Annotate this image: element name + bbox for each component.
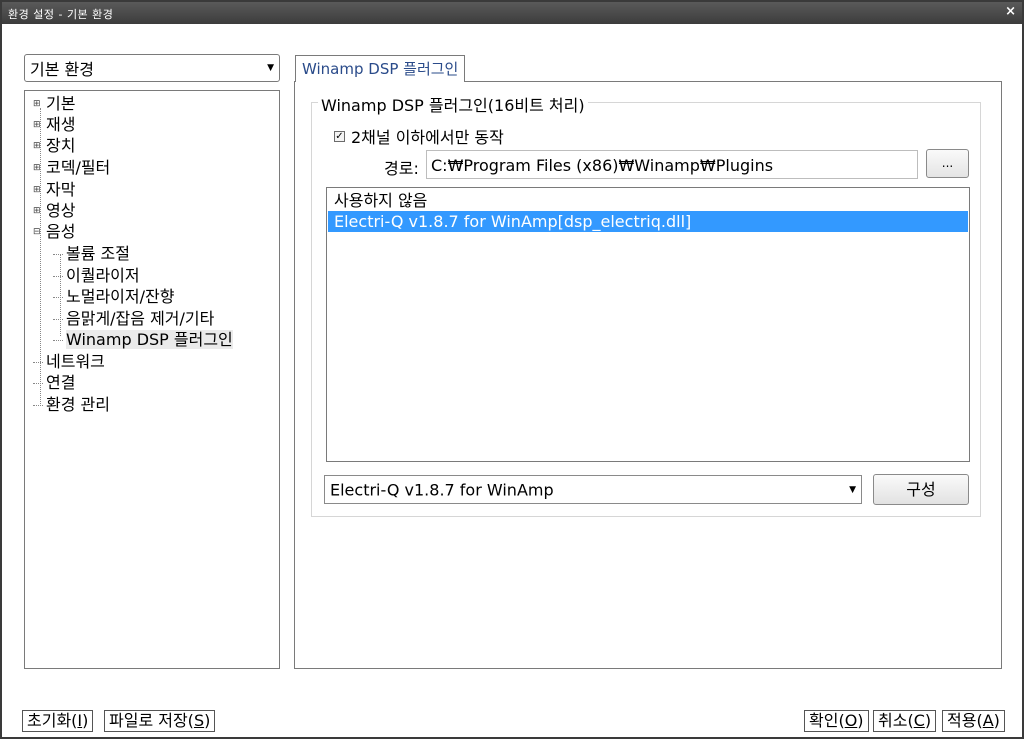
- settings-window: 환경 설정 - 기본 환경 × 기본 환경 ▼ ⊞ 기본 ⊞ 재생 ⊞ 장치 ⊞ 코덱/…: [0, 0, 1024, 739]
- tree-item-label: 네트워크: [46, 352, 105, 371]
- tree-item-label: 재생: [46, 115, 76, 134]
- save-to-file-button[interactable]: 파일로 저장(S): [104, 710, 216, 732]
- stereo-only-checkbox[interactable]: ✓ 2채널 이하에서만 동작: [334, 124, 504, 148]
- chevron-down-icon: ▼: [267, 63, 274, 73]
- tree-item-basic[interactable]: ⊞ 기본: [33, 93, 75, 114]
- list-item[interactable]: Electri-Q v1.8.7 for WinAmp[dsp_electriq…: [328, 211, 968, 232]
- dialog-client: 기본 환경 ▼ ⊞ 기본 ⊞ 재생 ⊞ 장치 ⊞ 코덱/필터 ⊞ 자막 ⊞ 영상 ⊟ 음성 볼…: [2, 24, 1022, 737]
- tree-item-equalizer[interactable]: 이퀄라이저: [53, 265, 140, 286]
- settings-tree[interactable]: ⊞ 기본 ⊞ 재생 ⊞ 장치 ⊞ 코덱/필터 ⊞ 자막 ⊞ 영상 ⊟ 음성 볼륨 조절 이퀄라…: [24, 90, 280, 669]
- tree-item-normalizer[interactable]: 노멀라이저/잔향: [53, 286, 174, 307]
- ok-button[interactable]: 확인(O): [804, 710, 869, 732]
- configure-button[interactable]: 구성: [873, 474, 969, 505]
- tree-item-label: 영상: [46, 201, 76, 220]
- dsp-group: Winamp DSP 플러그인(16비트 처리) ✓ 2채널 이하에서만 동작 …: [311, 92, 981, 517]
- path-field[interactable]: C:₩Program Files (x86)₩Winamp₩Plugins: [426, 150, 918, 179]
- tree-item-volume[interactable]: 볼륨 조절: [53, 243, 130, 264]
- tree-item-noise[interactable]: 음맑게/잡음 제거/기타: [53, 308, 214, 329]
- collapse-icon[interactable]: ⊟: [33, 222, 43, 243]
- list-item[interactable]: 사용하지 않음: [328, 190, 968, 211]
- category-combo-value: 기본 환경: [30, 60, 94, 79]
- plugin-list[interactable]: 사용하지 않음 Electri-Q v1.8.7 for WinAmp[dsp_…: [326, 187, 970, 462]
- tree-item-label: 연결: [46, 373, 76, 392]
- expand-icon[interactable]: ⊞: [33, 115, 43, 136]
- path-value: C:₩Program Files (x86)₩Winamp₩Plugins: [431, 156, 774, 175]
- expand-icon[interactable]: ⊞: [33, 201, 43, 222]
- checkbox-checked-icon[interactable]: ✓: [334, 130, 345, 142]
- reset-button[interactable]: 초기화(I): [22, 710, 94, 732]
- tree-item-label: 음맑게/잡음 제거/기타: [66, 309, 215, 328]
- tree-item-codec[interactable]: ⊞ 코덱/필터: [33, 157, 110, 178]
- tree-item-label: 환경 관리: [46, 395, 110, 414]
- tree-item-label: Winamp DSP 플러그인: [66, 330, 233, 349]
- title-bar[interactable]: 환경 설정 - 기본 환경 ×: [2, 2, 1022, 24]
- tree-item-device[interactable]: ⊞ 장치: [33, 135, 75, 156]
- plugin-combo[interactable]: Electri-Q v1.8.7 for WinAmp ▼: [324, 475, 862, 504]
- category-combo[interactable]: 기본 환경 ▼: [24, 54, 280, 82]
- expand-icon[interactable]: ⊞: [33, 94, 43, 115]
- checkbox-label: 2채널 이하에서만 동작: [351, 128, 504, 147]
- tree-item-label: 음성: [46, 222, 76, 241]
- group-title: Winamp DSP 플러그인(16비트 처리): [318, 92, 588, 116]
- window-title: 환경 설정 - 기본 환경: [8, 8, 114, 21]
- browse-button[interactable]: ...: [926, 149, 969, 178]
- path-label: 경로:: [384, 159, 419, 178]
- tree-item-label: 장치: [46, 136, 76, 155]
- tree-item-playback[interactable]: ⊞ 재생: [33, 114, 75, 135]
- tree-item-label: 자막: [46, 180, 76, 199]
- tree-item-winamp-dsp[interactable]: Winamp DSP 플러그인: [53, 329, 233, 350]
- tree-item-association[interactable]: 연결: [33, 372, 75, 393]
- tree-item-video[interactable]: ⊞ 영상: [33, 200, 75, 221]
- expand-icon[interactable]: ⊞: [33, 180, 43, 201]
- tree-item-label: 볼륨 조절: [66, 244, 130, 263]
- tree-item-subtitle[interactable]: ⊞ 자막: [33, 179, 75, 200]
- tree-item-label: 코덱/필터: [46, 158, 111, 177]
- tree-item-config-manage[interactable]: 환경 관리: [33, 394, 110, 415]
- expand-icon[interactable]: ⊞: [33, 158, 43, 179]
- tree-item-network[interactable]: 네트워크: [33, 351, 105, 372]
- tree-item-audio[interactable]: ⊟ 음성: [33, 221, 75, 242]
- expand-icon[interactable]: ⊞: [33, 136, 43, 157]
- tree-item-label: 이퀄라이저: [66, 266, 140, 285]
- chevron-down-icon: ▼: [849, 484, 856, 495]
- tab-panel: Winamp DSP 플러그인(16비트 처리) ✓ 2채널 이하에서만 동작 …: [294, 81, 1002, 669]
- tree-item-label: 노멀라이저/잔향: [66, 287, 175, 306]
- tree-item-label: 기본: [46, 94, 76, 113]
- tab-winamp-dsp[interactable]: Winamp DSP 플러그인: [295, 55, 466, 82]
- close-button[interactable]: ×: [1005, 4, 1016, 19]
- apply-button[interactable]: 적용(A): [942, 710, 1005, 732]
- cancel-button[interactable]: 취소(C): [873, 710, 937, 732]
- plugin-combo-value: Electri-Q v1.8.7 for WinAmp: [330, 480, 554, 499]
